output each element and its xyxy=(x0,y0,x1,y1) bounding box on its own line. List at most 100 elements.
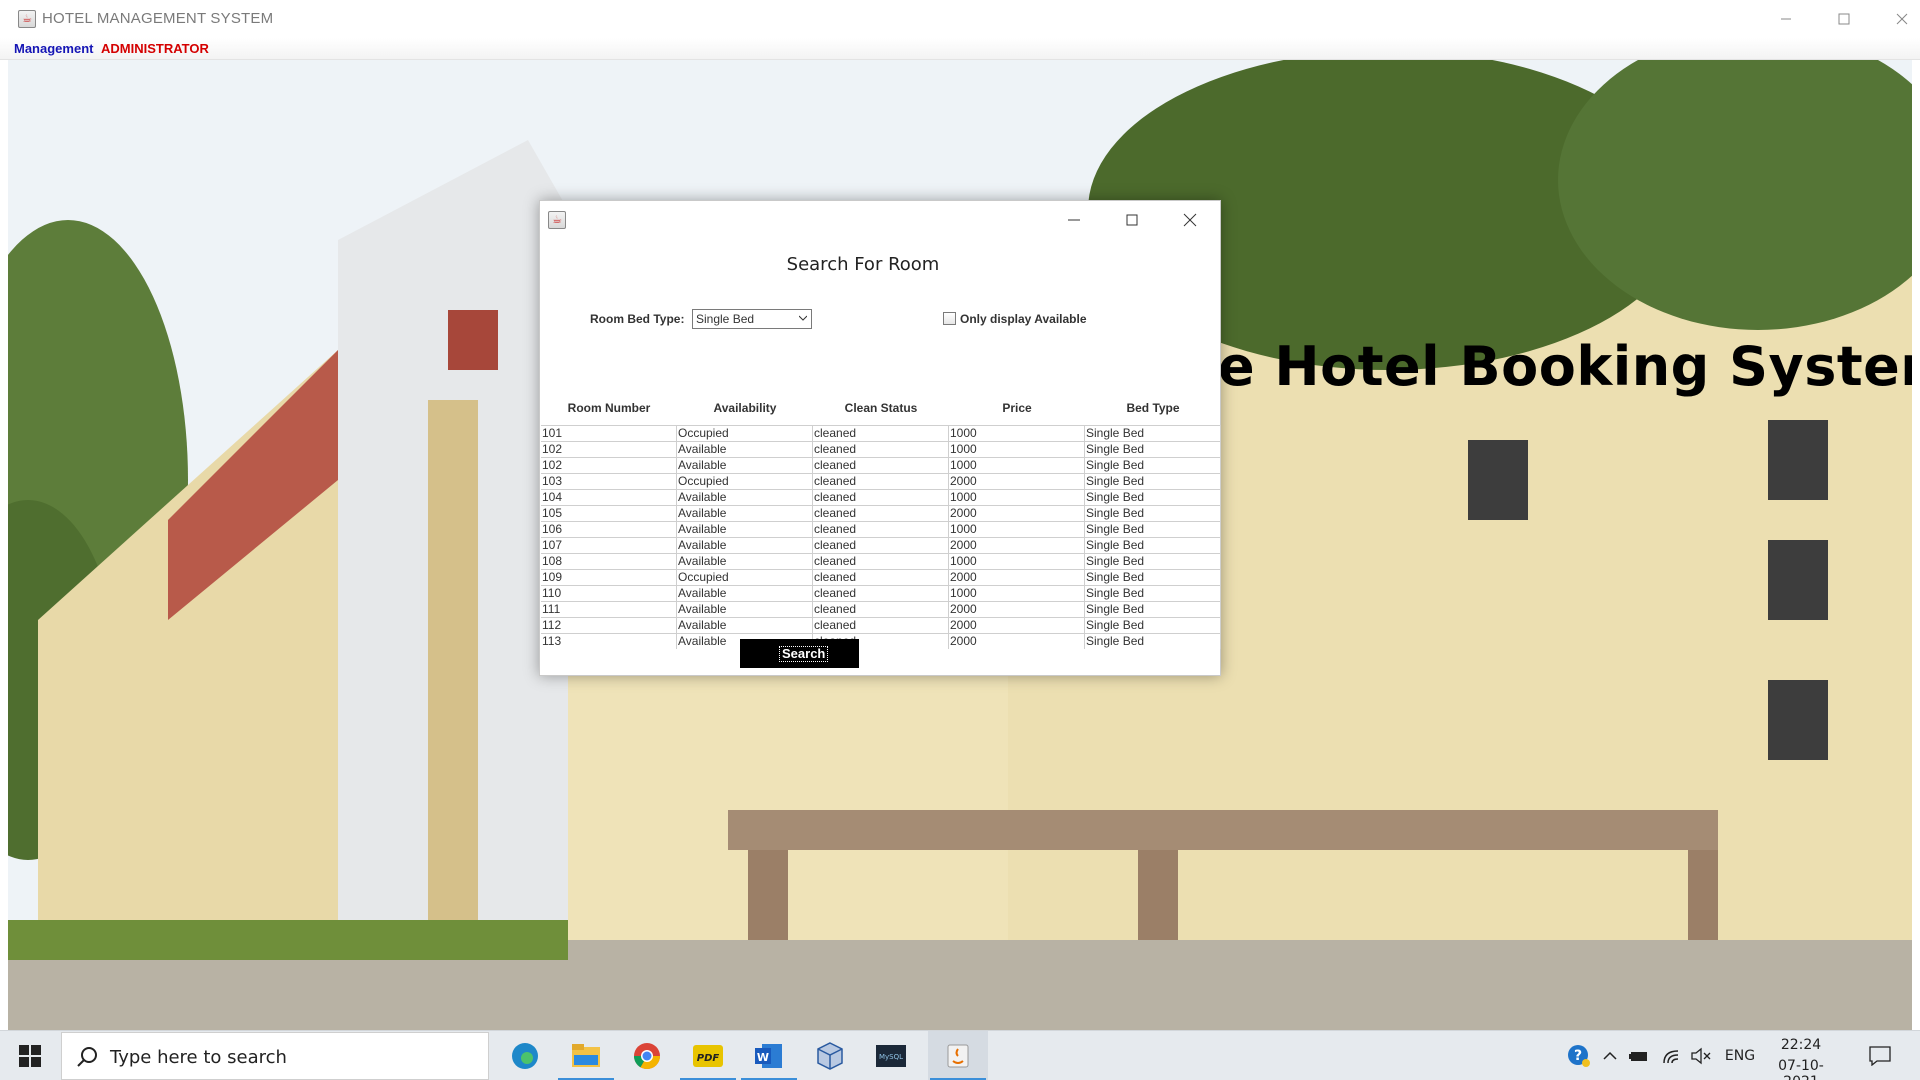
cell-availability: Available xyxy=(677,538,813,553)
taskbar-search-input[interactable]: Type here to search xyxy=(61,1032,489,1080)
table-row[interactable]: 104 Available cleaned 1000 Single Bed xyxy=(541,490,1221,506)
bed-type-value: Single Bed xyxy=(696,312,755,326)
table-row[interactable]: 102 Available cleaned 1000 Single Bed xyxy=(541,458,1221,474)
cell-bed-type: Single Bed xyxy=(1085,602,1221,617)
table-row[interactable]: 102 Available cleaned 1000 Single Bed xyxy=(541,442,1221,458)
cell-price: 1000 xyxy=(949,522,1085,537)
tray-battery[interactable] xyxy=(1626,1031,1654,1080)
close-button[interactable] xyxy=(1873,0,1920,38)
action-center-button[interactable] xyxy=(1862,1031,1898,1080)
table-row[interactable]: 112 Available cleaned 2000 Single Bed xyxy=(541,618,1221,634)
title-bar: ☕ HOTEL MANAGEMENT SYSTEM xyxy=(0,0,1920,38)
cell-price: 2000 xyxy=(949,506,1085,521)
table-row[interactable]: 113Availablecleaned2000Single Bed xyxy=(541,634,1221,649)
search-button-label: Search xyxy=(779,646,829,662)
help-icon: ? xyxy=(1568,1045,1590,1067)
taskbar-file-explorer[interactable] xyxy=(556,1031,616,1080)
only-available-label[interactable]: Only display Available xyxy=(960,312,1087,326)
menu-management[interactable]: Management xyxy=(14,41,93,56)
cell-clean-status: cleaned xyxy=(813,538,949,553)
table-row[interactable]: 101 Occupied cleaned 1000 Single Bed xyxy=(541,426,1221,442)
cell-price: 1000 xyxy=(949,442,1085,457)
cell-bed-type: Single Bed xyxy=(1085,442,1221,457)
column-header-clean-status[interactable]: Clean Status xyxy=(813,397,949,419)
cell-price: 1000 xyxy=(949,426,1085,441)
cell-clean-status: cleaned xyxy=(813,426,949,441)
taskbar-mysql[interactable]: MySQL xyxy=(861,1031,921,1080)
search-button[interactable]: Search xyxy=(740,639,859,668)
dialog-close-button[interactable] xyxy=(1161,203,1219,237)
bed-type-label: Room Bed Type: xyxy=(590,312,685,326)
cell-availability: Available xyxy=(677,442,813,457)
cell-bed-type: Single Bed xyxy=(1085,538,1221,553)
table-row[interactable]: 105 Available cleaned 2000 Single Bed xyxy=(541,506,1221,522)
maximize-button[interactable] xyxy=(1815,0,1873,38)
table-row[interactable]: 107 Available cleaned 2000 Single Bed xyxy=(541,538,1221,554)
clock-date[interactable]: 07-10-2021 xyxy=(1766,1058,1836,1080)
taskbar-pdf-reader[interactable]: PDF xyxy=(678,1031,738,1080)
cell-clean-status: cleaned xyxy=(813,618,949,633)
cell-bed-type: Single Bed xyxy=(1085,618,1221,633)
column-header-room-number[interactable]: Room Number xyxy=(541,397,677,419)
minimize-button[interactable] xyxy=(1757,0,1815,38)
only-available-checkbox[interactable] xyxy=(943,312,956,325)
cell-availability: Available xyxy=(677,602,813,617)
cell-price: 1000 xyxy=(949,586,1085,601)
cell-clean-status: cleaned xyxy=(813,442,949,457)
taskbar-virtualbox[interactable] xyxy=(800,1031,860,1080)
cell-availability: Occupied xyxy=(677,426,813,441)
cell-price: 2000 xyxy=(949,474,1085,489)
java-app-icon: ☕ xyxy=(548,211,566,229)
tray-language[interactable]: ENG xyxy=(1720,1031,1760,1080)
dialog-minimize-button[interactable] xyxy=(1045,203,1103,237)
search-icon xyxy=(77,1047,97,1067)
file-explorer-icon xyxy=(572,1044,600,1067)
tray-volume[interactable] xyxy=(1688,1031,1716,1080)
cell-price: 1000 xyxy=(949,490,1085,505)
table-row[interactable]: 109 Occupied cleaned 2000 Single Bed xyxy=(541,570,1221,586)
column-header-price[interactable]: Price xyxy=(949,397,1085,419)
table-row[interactable]: 106 Available cleaned 1000 Single Bed xyxy=(541,522,1221,538)
table-row[interactable]: 108 Available cleaned 1000 Single Bed xyxy=(541,554,1221,570)
column-header-availability[interactable]: Availability xyxy=(677,397,813,419)
maximize-icon xyxy=(1838,13,1850,25)
table-row[interactable]: 110 Available cleaned 1000 Single Bed xyxy=(541,586,1221,602)
chevron-up-icon xyxy=(1603,1051,1617,1060)
taskbar-java[interactable] xyxy=(928,1031,988,1080)
tray-help[interactable]: ? xyxy=(1564,1031,1594,1080)
tray-show-hidden[interactable] xyxy=(1598,1031,1622,1080)
table-row[interactable]: 111 Available cleaned 2000 Single Bed xyxy=(541,602,1221,618)
dialog-maximize-button[interactable] xyxy=(1103,203,1161,237)
speaker-muted-icon xyxy=(1691,1047,1711,1065)
cell-room-number: 102 xyxy=(541,442,677,457)
menu-administrator[interactable]: ADMINISTRATOR xyxy=(101,41,209,56)
minimize-icon xyxy=(1068,219,1080,221)
cell-room-number: 113 xyxy=(541,634,677,649)
taskbar-chrome[interactable] xyxy=(617,1031,677,1080)
cell-price: 2000 xyxy=(949,618,1085,633)
chevron-down-icon xyxy=(799,315,807,321)
chrome-icon xyxy=(633,1043,661,1070)
taskbar-word[interactable]: W xyxy=(739,1031,799,1080)
cell-clean-status: cleaned xyxy=(813,490,949,505)
taskbar-edge[interactable] xyxy=(495,1031,555,1080)
column-header-bed-type[interactable]: Bed Type xyxy=(1085,397,1221,419)
battery-icon xyxy=(1629,1052,1647,1061)
table-row[interactable]: 103 Occupied cleaned 2000 Single Bed xyxy=(541,474,1221,490)
cell-bed-type: Single Bed xyxy=(1085,426,1221,441)
search-placeholder: Type here to search xyxy=(110,1047,287,1068)
tray-wifi[interactable] xyxy=(1658,1031,1686,1080)
cell-bed-type: Single Bed xyxy=(1085,458,1221,473)
notification-icon xyxy=(1869,1046,1891,1066)
table-header: Room Number Availability Clean Status Pr… xyxy=(541,397,1221,419)
taskbar: Type here to search PDF W MySQL ? ENG 22… xyxy=(0,1030,1920,1080)
bed-type-select[interactable]: Single Bed xyxy=(692,309,812,329)
clock-time[interactable]: 22:24 xyxy=(1766,1037,1836,1053)
cell-room-number: 104 xyxy=(541,490,677,505)
cell-price: 1000 xyxy=(949,554,1085,569)
cell-availability: Available xyxy=(677,490,813,505)
windows-logo-icon xyxy=(19,1045,41,1067)
cell-room-number: 106 xyxy=(541,522,677,537)
start-button[interactable] xyxy=(0,1031,60,1080)
cell-clean-status: cleaned xyxy=(813,602,949,617)
